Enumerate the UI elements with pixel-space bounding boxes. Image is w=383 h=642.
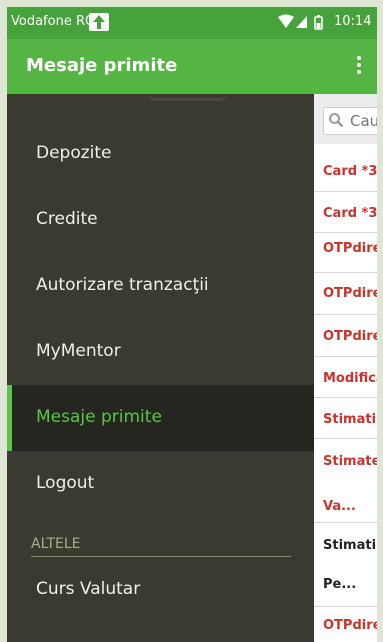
drawer-item-label: Depozite <box>36 143 112 163</box>
list-divider <box>314 397 377 398</box>
message-sender[interactable]: Stimati c <box>323 412 377 427</box>
message-sender[interactable]: OTPdire <box>323 241 377 256</box>
drawer-item-label: Curs Valutar <box>36 579 141 599</box>
app-toolbar: Mesaje primite <box>7 39 377 94</box>
list-divider <box>314 606 377 607</box>
message-sender[interactable]: Card *38 <box>323 206 377 221</box>
search-bar <box>314 94 377 144</box>
section-header-altele: ALTELE <box>31 536 81 552</box>
message-sender[interactable]: Stimate <box>323 454 377 469</box>
drawer-item-mesaje-primite[interactable]: Mesaje primite <box>7 385 314 451</box>
drawer-item-logout[interactable]: Logout <box>7 451 314 517</box>
drawer-item-label: Credite <box>36 209 98 229</box>
list-divider <box>314 314 377 315</box>
message-sender[interactable]: Card *38 <box>323 164 377 179</box>
list-divider <box>314 232 377 233</box>
device-frame: Vodafone RO 10:14 Mesaje primite Caut Ca… <box>0 0 383 642</box>
drawer-item-label: Autorizare tranzacţii <box>36 275 209 295</box>
signal-icon <box>296 16 307 28</box>
active-indicator <box>7 385 12 451</box>
phone-screen: Vodafone RO 10:14 Mesaje primite Caut Ca… <box>7 7 377 642</box>
drawer-item-mymentor[interactable]: MyMentor <box>7 319 314 385</box>
list-divider <box>314 356 377 357</box>
list-divider <box>314 191 377 192</box>
message-sender[interactable]: OTPdire <box>323 286 377 301</box>
message-sender[interactable]: Stimati c <box>323 538 377 553</box>
drawer-item-credite[interactable]: Credite <box>7 187 314 253</box>
clock: 10:14 <box>334 14 372 29</box>
upload-notification-icon <box>89 13 109 31</box>
search-input[interactable] <box>348 111 377 131</box>
message-sender[interactable]: OTPdire <box>323 329 377 344</box>
drawer-item-label: Mesaje primite <box>36 407 162 427</box>
wifi-icon <box>278 14 294 28</box>
message-sender[interactable]: Modifica <box>323 371 377 386</box>
list-divider <box>314 438 377 439</box>
drawer-item-curs-valutar[interactable]: Curs Valutar <box>7 557 314 623</box>
drawer-item-depozite[interactable]: Depozite <box>7 121 314 187</box>
drawer-item-label: MyMentor <box>36 341 121 361</box>
list-divider <box>314 272 377 273</box>
drawer-header-remnant <box>147 94 227 101</box>
system-icons <box>277 14 329 36</box>
carrier-name: Vodafone RO <box>11 14 96 29</box>
message-preview[interactable]: Va... <box>323 499 356 514</box>
status-bar: Vodafone RO 10:14 <box>7 7 377 39</box>
message-sender[interactable]: OTPdire <box>323 618 377 633</box>
list-divider <box>314 522 377 523</box>
message-list: Card *38 Card *38 OTPdire OTPdire OTPdire Mod… <box>314 94 377 642</box>
search-field[interactable] <box>323 107 377 135</box>
message-preview[interactable]: Pe... <box>323 577 356 592</box>
overflow-menu-icon[interactable] <box>351 53 367 79</box>
drawer-item-autorizare-tranzactii[interactable]: Autorizare tranzacţii <box>7 253 314 319</box>
toolbar-title: Mesaje primite <box>26 55 178 76</box>
navigation-drawer: ALTELE Depozite Credite Autorizare tranzac… <box>7 94 314 642</box>
drawer-item-label: Logout <box>36 473 95 493</box>
search-icon <box>329 113 344 128</box>
battery-icon <box>314 15 323 30</box>
